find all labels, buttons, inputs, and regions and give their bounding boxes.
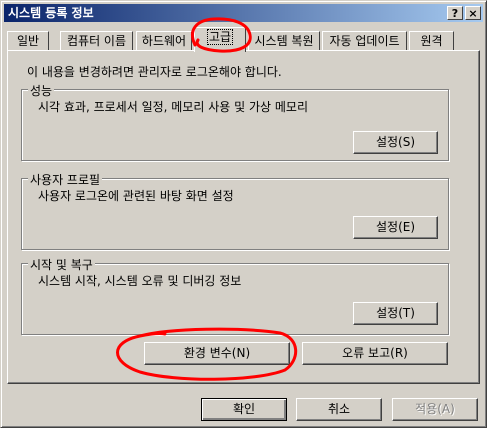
tab-hardware[interactable]: 하드웨어 [136, 31, 192, 51]
tab-label: 일반 [16, 34, 40, 48]
performance-description: 시각 효과, 프로세서 일정, 메모리 사용 및 가상 메모리 [38, 100, 308, 114]
button-label: 오류 보고(R) [342, 346, 408, 360]
startup-recovery-legend: 시작 및 복구 [28, 256, 95, 273]
tab-label: 자동 업데이트 [329, 34, 400, 48]
help-button[interactable]: ? [447, 6, 463, 20]
ok-button[interactable]: 확인 [201, 398, 287, 421]
user-profiles-group: 사용자 프로필 사용자 로그온에 관련된 바탕 화면 설정 [21, 171, 449, 250]
apply-button[interactable]: 적용(A) [392, 398, 478, 421]
tab-label: 하드웨어 [141, 34, 187, 48]
tab-computer-name[interactable]: 컴퓨터 이름 [60, 31, 133, 51]
system-properties-window: 시스템 등록 정보 ? × 일반 컴퓨터 이름 하드웨어 고급 시스템 복원 자… [0, 0, 487, 428]
environment-variables-button[interactable]: 환경 변수(N) [144, 342, 290, 365]
tab-system-restore[interactable]: 시스템 복원 [248, 31, 320, 51]
button-label: 설정(E) [375, 220, 416, 234]
performance-legend: 성능 [28, 82, 55, 99]
tab-label: 컴퓨터 이름 [66, 34, 126, 48]
close-button[interactable]: × [465, 6, 481, 20]
tab-automatic-updates[interactable]: 자동 업데이트 [322, 31, 407, 51]
button-label: 확인 [232, 402, 256, 416]
tab-label: 고급 [206, 29, 234, 45]
title-bar[interactable]: 시스템 등록 정보 ? × [4, 4, 483, 22]
tab-remote[interactable]: 원격 [409, 31, 454, 51]
button-label: 취소 [327, 402, 351, 416]
window-title: 시스템 등록 정보 [8, 6, 94, 20]
button-label: 적용(A) [415, 402, 455, 416]
startup-recovery-settings-button[interactable]: 설정(T) [353, 302, 438, 325]
user-profiles-legend: 사용자 프로필 [28, 171, 103, 188]
admin-note: 이 내용을 변경하려면 관리자로 로그온해야 합니다. [27, 65, 282, 79]
cancel-button[interactable]: 취소 [296, 398, 382, 421]
error-reporting-button[interactable]: 오류 보고(R) [302, 342, 448, 365]
button-label: 설정(S) [375, 135, 416, 149]
button-label: 설정(T) [376, 306, 415, 320]
performance-settings-button[interactable]: 설정(S) [353, 131, 438, 154]
user-profiles-description: 사용자 로그온에 관련된 바탕 화면 설정 [38, 189, 234, 203]
button-label: 환경 변수(N) [183, 346, 251, 360]
tab-general[interactable]: 일반 [7, 31, 49, 51]
startup-recovery-description: 시스템 시작, 시스템 오류 및 디버깅 정보 [38, 274, 242, 288]
user-profiles-settings-button[interactable]: 설정(E) [353, 216, 438, 239]
tab-label: 시스템 복원 [254, 34, 314, 48]
tab-label: 원격 [420, 34, 443, 48]
tab-advanced[interactable]: 고급 [194, 27, 246, 52]
